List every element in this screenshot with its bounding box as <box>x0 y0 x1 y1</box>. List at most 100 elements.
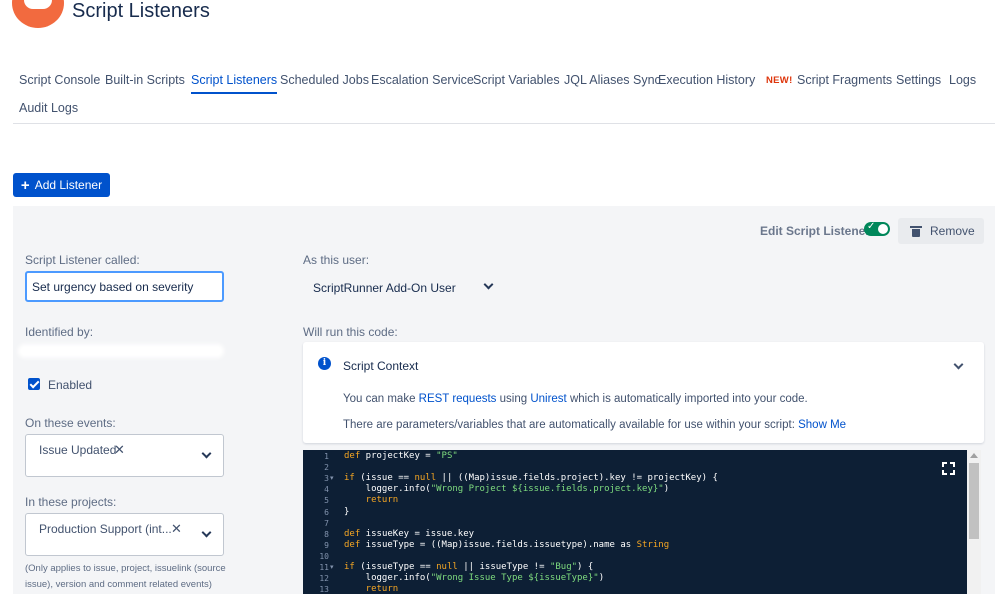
listener-edit-panel: Edit Script Listener ✓ Remove Script Lis… <box>13 206 995 594</box>
code-line: return <box>344 495 399 506</box>
chevron-down-icon[interactable] <box>483 279 494 290</box>
line-number: 8 <box>324 529 329 539</box>
projects-note: (Only applies to issue, project, issueli… <box>25 563 226 590</box>
code-string: "Bug" <box>549 562 578 572</box>
tab-settings[interactable]: Settings <box>896 73 941 87</box>
context-text: There are parameters/variables that are … <box>343 419 799 431</box>
code-line: def projectKey = "PS" <box>344 451 458 461</box>
code-text: logger.info( <box>344 573 431 584</box>
events-select[interactable]: Issue Updated ✕ <box>25 434 224 477</box>
plus-icon: + <box>20 176 30 194</box>
tab-audit-logs[interactable]: Audit Logs <box>19 101 78 115</box>
show-me-link[interactable]: Show Me <box>798 419 846 431</box>
tab-escalation-service[interactable]: Escalation Service <box>371 73 474 87</box>
identified-by-label: Identified by: <box>25 325 94 339</box>
add-listener-label: Add Listener <box>34 178 103 192</box>
code-keyword: def <box>344 528 361 539</box>
line-number-gutter: 1 2 3 ▾ 4 5 6 7 8 9 10 11 ▾ 12 13 <box>303 450 334 594</box>
context-text: which is automatically imported into you… <box>566 393 808 405</box>
listener-name-input[interactable] <box>25 271 224 302</box>
chevron-down-icon <box>201 527 212 538</box>
code-line: if (issueType == null || issueType != "B… <box>344 562 593 572</box>
code-line: def issueKey = issue.key <box>344 529 474 539</box>
line-number: 6 <box>324 507 329 517</box>
line-number: 11 <box>319 563 329 572</box>
code-line: if (issue == null || ((Map)issue.fields.… <box>344 473 718 483</box>
script-context-title: Script Context <box>343 359 419 373</box>
code-line: return <box>344 584 399 594</box>
code-text: logger.info( <box>344 484 431 495</box>
scriptrunner-logo <box>12 0 64 28</box>
rest-requests-link[interactable]: REST requests <box>419 393 497 405</box>
fold-arrow-icon[interactable]: ▾ <box>330 474 334 482</box>
code-line: } <box>344 507 349 517</box>
code-line: logger.info("Wrong Project ${issue.field… <box>344 484 669 494</box>
tab-logs[interactable]: Logs <box>949 73 976 87</box>
code-keyword: return <box>344 584 399 594</box>
listener-name-label: Script Listener called: <box>25 253 140 267</box>
page-title: Script Listeners <box>72 0 210 22</box>
enabled-label: Enabled <box>48 378 93 392</box>
code-keyword: def <box>344 539 361 550</box>
line-number: 1 <box>324 452 329 461</box>
code-text: || ((Map)issue.fields.project).key != pr… <box>436 473 718 484</box>
unirest-link[interactable]: Unirest <box>530 393 566 405</box>
scroll-up-arrow-icon[interactable] <box>970 453 978 458</box>
remove-project-icon[interactable]: ✕ <box>171 521 182 537</box>
chevron-down-icon[interactable] <box>953 359 964 370</box>
code-text: } <box>344 506 350 517</box>
user-select-value[interactable]: ScriptRunner Add-On User <box>313 281 456 295</box>
remove-event-icon[interactable]: ✕ <box>114 442 125 458</box>
line-number: 7 <box>324 518 329 528</box>
context-text: You can make <box>343 393 419 405</box>
add-listener-button[interactable]: + Add Listener <box>13 173 110 197</box>
remove-button[interactable]: Remove <box>898 218 984 244</box>
projects-select[interactable]: Production Support (int... ✕ <box>25 513 224 556</box>
projects-label: In these projects: <box>25 495 117 509</box>
tab-execution-history[interactable]: Execution History <box>658 73 755 87</box>
edit-script-listener-label: Edit Script Listener <box>760 224 871 238</box>
event-chip: Issue Updated <box>39 443 117 457</box>
nav-tabs: Script Console Built-in Scripts Script L… <box>13 66 995 124</box>
context-text: using <box>496 393 531 405</box>
code-keyword: null <box>436 562 458 572</box>
edit-toggle[interactable]: ✓ <box>864 221 890 236</box>
line-number: 13 <box>319 585 329 594</box>
as-user-label: As this user: <box>303 253 370 267</box>
events-label: On these events: <box>25 416 116 430</box>
tab-jql-aliases-sync[interactable]: JQL Aliases Sync <box>564 73 661 87</box>
code-text: ) { <box>577 562 594 572</box>
tab-script-fragments[interactable]: Script Fragments <box>797 73 892 87</box>
code-label: Will run this code: <box>303 325 398 339</box>
line-number: 3 <box>324 474 329 484</box>
enabled-checkbox[interactable] <box>28 378 40 390</box>
tab-script-variables[interactable]: Script Variables <box>473 73 560 87</box>
remove-label: Remove <box>930 224 975 238</box>
code-line: logger.info("Wrong Issue Type ${issueTyp… <box>344 573 604 583</box>
tab-script-listeners[interactable]: Script Listeners <box>191 73 278 94</box>
code-keyword: if <box>344 473 355 484</box>
code-text: projectKey = <box>360 451 437 461</box>
line-number: 9 <box>324 540 329 550</box>
code-text: (issue == <box>354 473 415 484</box>
code-text: ) <box>598 573 605 584</box>
project-chip: Production Support (int... <box>39 522 172 536</box>
code-keyword: return <box>344 495 399 506</box>
line-number: 10 <box>319 551 329 561</box>
editor-scrollbar[interactable] <box>967 450 981 594</box>
code-text: issueKey = issue.key <box>360 528 475 539</box>
scroll-thumb[interactable] <box>969 463 979 539</box>
trash-icon <box>910 225 922 237</box>
fullscreen-icon[interactable] <box>942 462 955 475</box>
fold-arrow-icon[interactable]: ▾ <box>330 563 334 571</box>
new-badge: NEW! <box>766 75 793 86</box>
code-string: "PS" <box>436 451 458 461</box>
script-context-card: i Script Context You can make REST reque… <box>303 342 984 443</box>
context-line-params: There are parameters/variables that are … <box>343 419 846 431</box>
tab-scheduled-jobs[interactable]: Scheduled Jobs <box>280 73 369 87</box>
code-text: (issueType == <box>354 562 437 572</box>
toggle-knob <box>878 224 888 234</box>
code-editor[interactable]: 1 2 3 ▾ 4 5 6 7 8 9 10 11 ▾ 12 13 def projectKey = "PS… <box>303 450 967 594</box>
tab-script-console[interactable]: Script Console <box>19 73 100 87</box>
tab-built-in-scripts[interactable]: Built-in Scripts <box>105 73 185 87</box>
